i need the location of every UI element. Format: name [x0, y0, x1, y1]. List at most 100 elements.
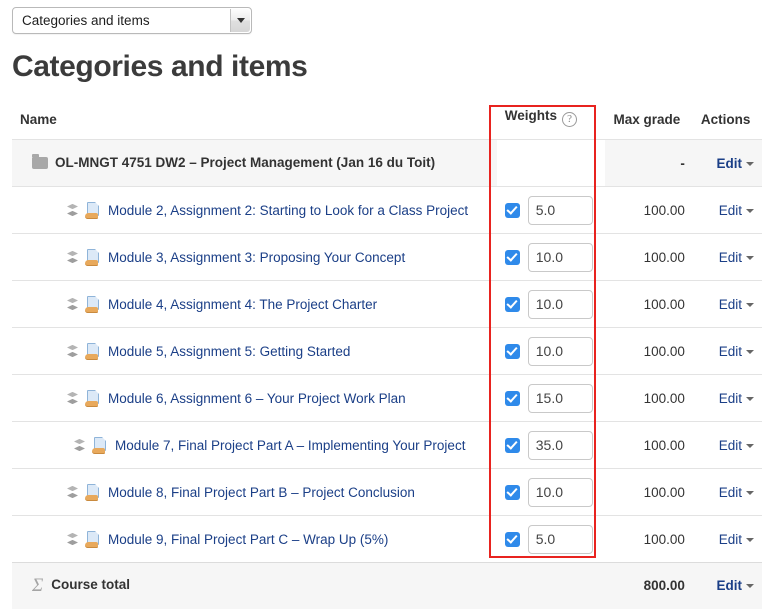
chevron-down-icon[interactable] [746, 255, 754, 260]
item-weight-cell [496, 186, 606, 234]
weight-input[interactable] [527, 195, 593, 225]
edit-dropdown-link[interactable]: Edit [719, 344, 742, 359]
category-name-cell: OL-MNGT 4751 DW2 – Project Management (J… [12, 139, 497, 187]
course-total-name-cell: Σ Course total [12, 562, 497, 609]
chevron-down-icon[interactable] [746, 161, 754, 166]
edit-dropdown-link[interactable]: Edit [719, 203, 742, 218]
weight-group [504, 336, 598, 366]
weight-input[interactable] [527, 242, 593, 272]
course-total-max-grade: 800.00 [605, 562, 693, 609]
weight-override-checkbox[interactable] [504, 531, 520, 547]
folder-icon [32, 154, 48, 169]
chevron-down-icon[interactable] [746, 208, 754, 213]
weight-group [504, 524, 598, 554]
weight-override-checkbox[interactable] [504, 390, 520, 406]
move-icon[interactable] [67, 297, 78, 312]
chevron-down-icon[interactable] [746, 490, 754, 495]
table-row: Module 4, Assignment 4: The Project Char… [12, 280, 762, 328]
weight-input[interactable] [527, 477, 593, 507]
weight-override-checkbox[interactable] [504, 296, 520, 312]
edit-dropdown-link[interactable]: Edit [719, 485, 742, 500]
item-weight-cell [496, 327, 606, 375]
assignment-icon [85, 389, 102, 407]
edit-dropdown-link[interactable]: Edit [717, 578, 743, 593]
weight-input[interactable] [527, 289, 593, 319]
item-weight-cell [496, 468, 606, 516]
item-name-cell: Module 4, Assignment 4: The Project Char… [12, 280, 497, 328]
weight-group [504, 477, 598, 507]
move-icon[interactable] [67, 250, 78, 265]
item-link[interactable]: Module 4, Assignment 4: The Project Char… [108, 297, 377, 312]
weight-input[interactable] [527, 336, 593, 366]
item-link[interactable]: Module 9, Final Project Part C – Wrap Up… [108, 532, 388, 547]
item-max-grade: 100.00 [605, 421, 693, 469]
chevron-down-icon[interactable] [230, 9, 250, 32]
help-icon[interactable]: ? [562, 112, 578, 127]
weight-group [504, 242, 598, 272]
weight-override-checkbox[interactable] [504, 484, 520, 500]
chevron-down-glyph [236, 18, 245, 23]
item-link[interactable]: Module 6, Assignment 6 – Your Project Wo… [108, 391, 406, 406]
assignment-icon [85, 530, 102, 548]
chevron-down-icon[interactable] [746, 396, 754, 401]
weight-override-checkbox[interactable] [504, 202, 520, 218]
move-icon[interactable] [67, 485, 78, 500]
course-total-actions-cell: Edit [692, 562, 762, 609]
assignment-icon [85, 248, 102, 266]
edit-dropdown-link[interactable]: Edit [719, 297, 742, 312]
grade-view-select[interactable]: Categories and items [12, 7, 252, 34]
weight-override-checkbox[interactable] [504, 249, 520, 265]
move-icon[interactable] [67, 203, 78, 218]
item-link[interactable]: Module 7, Final Project Part A – Impleme… [115, 438, 465, 453]
chevron-down-icon[interactable] [746, 443, 754, 448]
course-total-weight-cell [496, 562, 606, 609]
item-max-grade: 100.00 [605, 186, 693, 234]
assignment-icon [92, 436, 109, 454]
item-weight-cell [496, 280, 606, 328]
column-header-name: Name [12, 104, 497, 140]
table-row: Module 6, Assignment 6 – Your Project Wo… [12, 374, 762, 422]
item-actions-cell: Edit [692, 374, 762, 422]
item-link[interactable]: Module 3, Assignment 3: Proposing Your C… [108, 250, 405, 265]
edit-dropdown-link[interactable]: Edit [719, 391, 742, 406]
table-row: Module 9, Final Project Part C – Wrap Up… [12, 515, 762, 563]
weight-override-checkbox[interactable] [504, 343, 520, 359]
move-icon[interactable] [67, 532, 78, 547]
item-link[interactable]: Module 2, Assignment 2: Starting to Look… [108, 203, 468, 218]
weight-input[interactable] [527, 524, 593, 554]
course-total-label: Course total [51, 576, 131, 592]
item-name-cell: Module 8, Final Project Part B – Project… [12, 468, 497, 516]
category-weight-cell [496, 139, 606, 187]
item-link[interactable]: Module 8, Final Project Part B – Project… [108, 485, 415, 500]
item-max-grade: 100.00 [605, 374, 693, 422]
table-row: Module 3, Assignment 3: Proposing Your C… [12, 233, 762, 281]
move-icon[interactable] [67, 391, 78, 406]
category-max-grade: - [605, 139, 693, 187]
grade-view-select-wrapper[interactable]: Categories and items [12, 7, 252, 34]
edit-dropdown-link[interactable]: Edit [719, 250, 742, 265]
move-icon[interactable] [74, 438, 85, 453]
weight-input[interactable] [527, 430, 593, 460]
edit-dropdown-link[interactable]: Edit [717, 156, 743, 171]
chevron-down-icon[interactable] [746, 302, 754, 307]
category-actions-cell: Edit [692, 139, 762, 187]
item-name-cell: Module 7, Final Project Part A – Impleme… [12, 421, 497, 469]
chevron-down-icon[interactable] [746, 349, 754, 354]
item-max-grade: 100.00 [605, 468, 693, 516]
edit-dropdown-link[interactable]: Edit [719, 532, 742, 547]
column-header-weights-label: Weights [504, 108, 558, 123]
weight-input[interactable] [527, 383, 593, 413]
sigma-icon: Σ [32, 574, 44, 596]
weight-group [504, 430, 598, 460]
chevron-down-icon[interactable] [746, 537, 754, 542]
move-icon[interactable] [67, 344, 78, 359]
category-row: OL-MNGT 4751 DW2 – Project Management (J… [12, 139, 762, 187]
edit-dropdown-link[interactable]: Edit [719, 438, 742, 453]
chevron-down-icon[interactable] [746, 584, 754, 589]
item-weight-cell [496, 515, 606, 563]
item-actions-cell: Edit [692, 186, 762, 234]
item-name-cell: Module 5, Assignment 5: Getting Started [12, 327, 497, 375]
item-actions-cell: Edit [692, 280, 762, 328]
weight-override-checkbox[interactable] [504, 437, 520, 453]
item-link[interactable]: Module 5, Assignment 5: Getting Started [108, 344, 350, 359]
